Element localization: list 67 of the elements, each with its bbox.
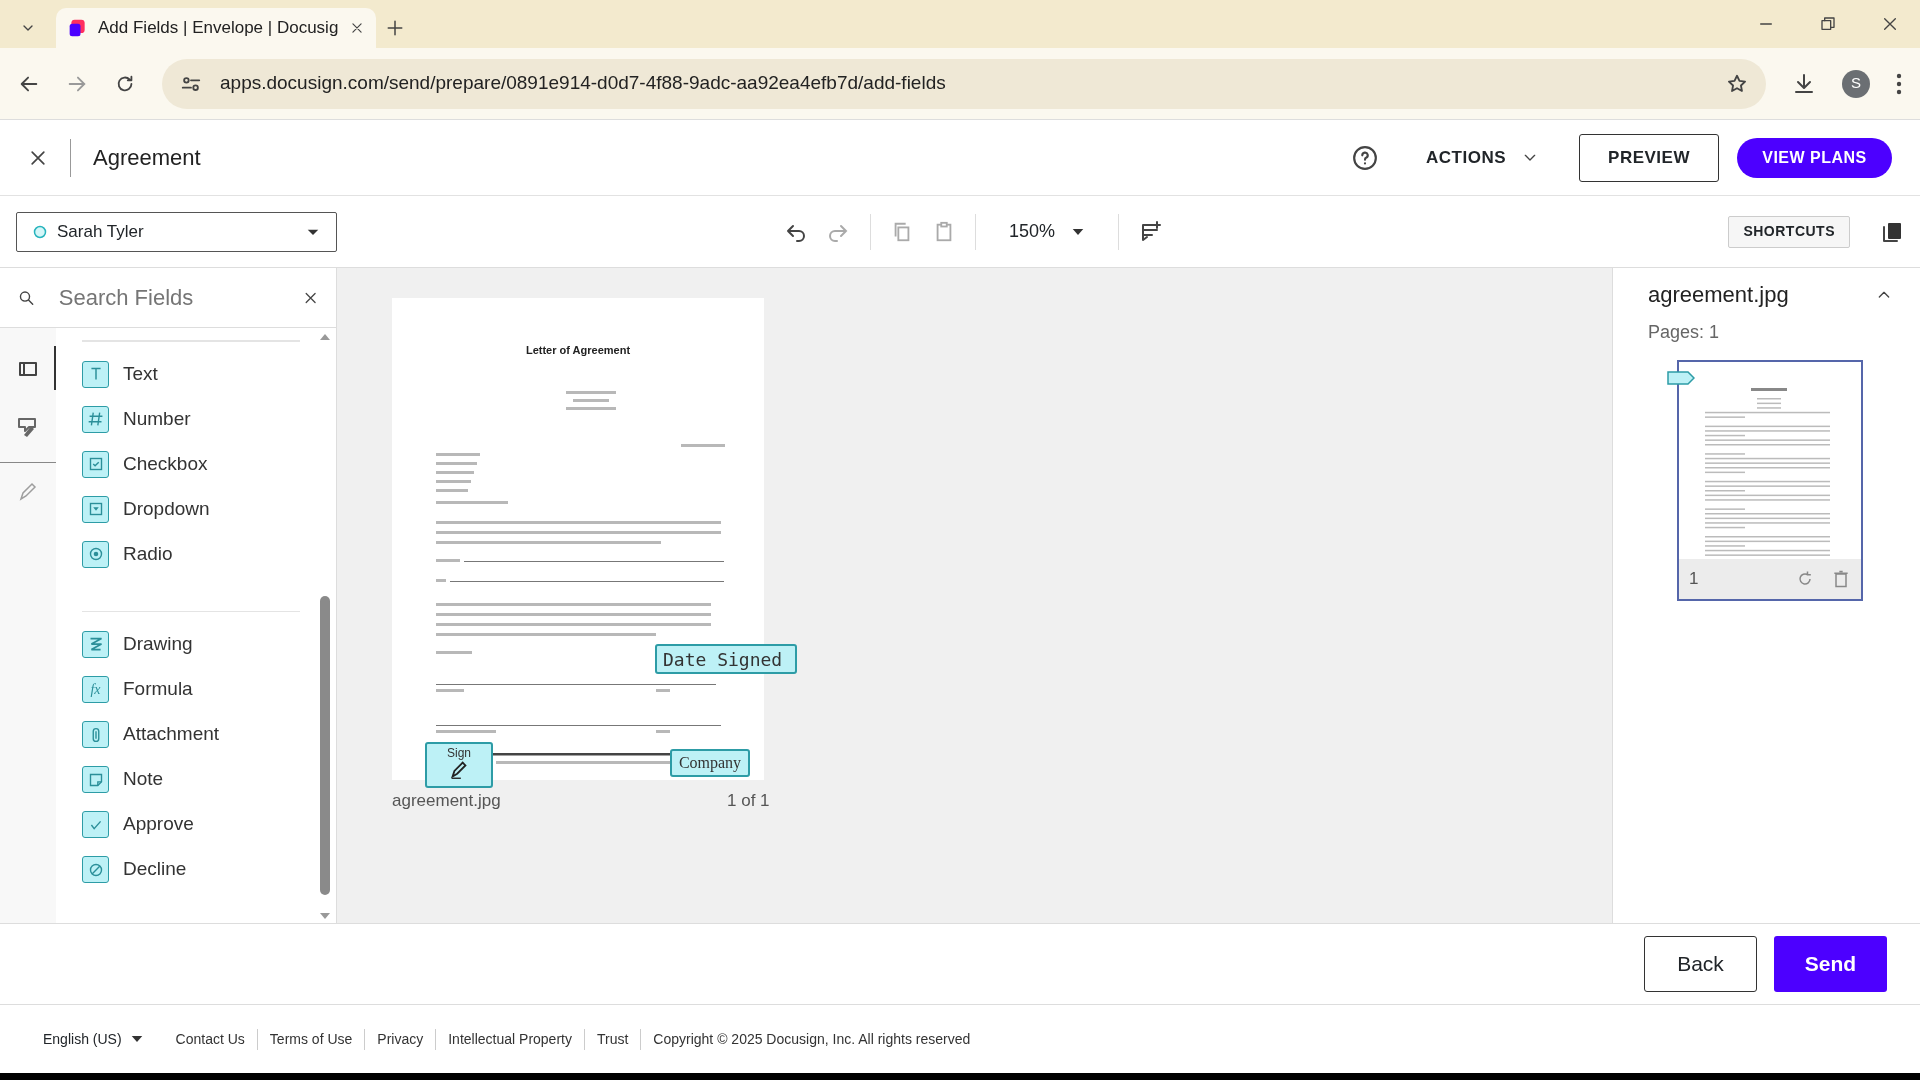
company-field[interactable]: Company <box>670 749 750 777</box>
field-item[interactable]: Approve <box>82 802 336 847</box>
field-item[interactable]: Decline <box>82 847 336 892</box>
field-item[interactable]: Text <box>82 351 336 397</box>
close-icon[interactable] <box>350 21 364 35</box>
close-icon[interactable] <box>1882 16 1898 32</box>
footer-link[interactable]: Contact Us <box>163 1028 257 1050</box>
radio-icon <box>82 540 109 568</box>
site-logo-icon <box>68 18 88 38</box>
scroll-up-icon[interactable] <box>319 332 331 340</box>
document-heading: Letter of Agreement <box>524 343 632 358</box>
field-item[interactable]: Checkbox <box>82 441 336 487</box>
page-count: Pages: 1 <box>1648 321 1721 344</box>
download-icon[interactable] <box>1792 71 1816 96</box>
view-plans-button[interactable]: VIEW PLANS <box>1737 137 1892 178</box>
status-dot-icon <box>33 224 47 239</box>
footer-link[interactable]: Trust <box>583 1028 641 1050</box>
hash-icon <box>82 405 109 433</box>
checkbox-icon <box>82 450 109 478</box>
page-number: 1 <box>1689 568 1700 591</box>
field-item[interactable]: Note <box>82 757 336 802</box>
prohibited-icon <box>82 856 109 883</box>
function-icon: fx <box>82 676 109 703</box>
pen-icon <box>448 759 470 781</box>
field-item[interactable]: Dropdown <box>82 486 336 532</box>
scrollbar-thumb[interactable] <box>320 596 330 895</box>
shortcuts-button[interactable]: SHORTCUTS <box>1728 215 1850 248</box>
delete-icon[interactable] <box>1831 569 1851 589</box>
preview-button[interactable]: PREVIEW <box>1579 133 1719 182</box>
bookmark-star-icon[interactable] <box>1726 72 1748 95</box>
selection-indicator <box>53 346 56 390</box>
paperclip-icon <box>82 721 109 748</box>
footer-link[interactable]: Privacy <box>364 1028 436 1050</box>
restore-icon[interactable] <box>1820 16 1836 32</box>
field-item[interactable]: Radio <box>82 531 336 577</box>
date-signed-field[interactable]: Date Signed <box>655 644 797 674</box>
document-title: Agreement <box>93 144 201 172</box>
new-tab-icon[interactable] <box>386 19 404 37</box>
field-item[interactable]: Number <box>82 396 336 442</box>
checkmark-icon <box>82 811 109 838</box>
signature-field[interactable]: Sign <box>425 742 493 788</box>
copyright-text: Copyright © 2025 Docusign, Inc. All rights reserved <box>640 1028 983 1050</box>
scroll-down-icon[interactable] <box>319 913 331 921</box>
actions-menu[interactable]: ACTIONS <box>1413 137 1551 178</box>
help-icon[interactable] <box>1352 144 1378 171</box>
back-button[interactable]: Back <box>1644 936 1757 992</box>
language-selector[interactable]: English (US) <box>43 1028 144 1050</box>
comments-icon[interactable] <box>1139 219 1164 244</box>
note-icon <box>82 766 109 793</box>
tab-title: Add Fields | Envelope | Docusig <box>98 17 340 40</box>
dropdown-icon <box>82 495 109 523</box>
letter-icon <box>82 360 109 388</box>
browser-tab[interactable]: Add Fields | Envelope | Docusig <box>56 8 376 48</box>
send-button[interactable]: Send <box>1774 936 1887 992</box>
footer-link[interactable]: Terms of Use <box>256 1028 365 1050</box>
footer-link[interactable]: Intellectual Property <box>435 1028 584 1050</box>
field-marker-icon <box>1667 370 1695 386</box>
zigzag-icon <box>82 631 109 658</box>
more-menu-icon[interactable] <box>1896 72 1902 95</box>
recipient-dropdown[interactable]: Sarah Tyler <box>16 211 337 252</box>
zoom-dropdown[interactable]: 150% <box>996 211 1099 252</box>
page-thumbnail[interactable]: 1 <box>1677 360 1863 601</box>
page-count: 1 of 1 <box>727 790 770 812</box>
profile-avatar[interactable]: S <box>1842 69 1870 98</box>
file-name: agreement.jpg <box>392 790 501 812</box>
file-name: agreement.jpg <box>1648 281 1790 309</box>
field-item[interactable]: Attachment <box>82 712 336 757</box>
